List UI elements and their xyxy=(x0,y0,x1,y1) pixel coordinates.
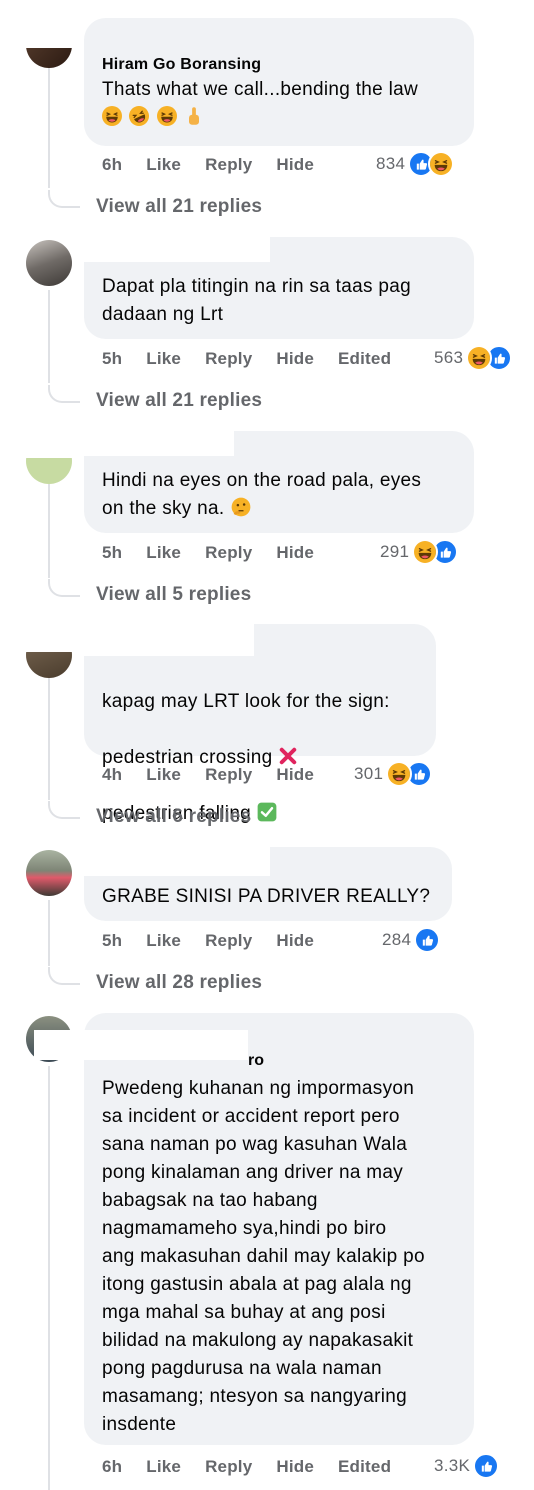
comment-bubble: Pwedeng kuhanan ng impormasyon sa incide… xyxy=(84,1013,474,1445)
laughing-face-icon xyxy=(102,106,122,126)
comment-text: GRABE SINISI PA DRIVER REALLY? xyxy=(102,886,431,907)
author-mask xyxy=(84,232,270,262)
reaction-count[interactable]: 284 xyxy=(382,930,411,950)
reaction-summary[interactable]: 284 xyxy=(382,927,441,953)
thread-line xyxy=(48,1066,50,1490)
comment-actions: 5h Like Reply Hide xyxy=(102,540,338,566)
view-replies-link[interactable]: View all 28 replies xyxy=(96,970,262,996)
pointing-up-icon xyxy=(188,107,199,125)
reply-button[interactable]: Reply xyxy=(205,931,252,951)
timestamp[interactable]: 5h xyxy=(102,349,122,369)
laughing-face-icon xyxy=(412,539,439,565)
author-mask xyxy=(34,1030,248,1060)
thumbs-up-icon xyxy=(473,1453,500,1479)
author-mask xyxy=(84,620,254,656)
reaction-summary[interactable]: 3.3K xyxy=(434,1453,500,1479)
laughing-face-icon xyxy=(466,345,493,371)
comment-line: kapag may LRT look for the sign: xyxy=(102,691,390,712)
avatar[interactable] xyxy=(26,240,72,286)
thread-line xyxy=(48,484,50,578)
laughing-face-icon xyxy=(157,106,177,126)
reaction-count[interactable]: 291 xyxy=(380,542,409,562)
comment-text: Dapat pla titingin na rin sa taas pag da… xyxy=(102,276,411,325)
timestamp[interactable]: 5h xyxy=(102,931,122,951)
thread-connector xyxy=(48,967,80,985)
edited-label: Edited xyxy=(338,349,392,368)
avatar-mask xyxy=(20,622,90,652)
edited-label: Edited xyxy=(338,1457,392,1476)
like-button[interactable]: Like xyxy=(146,1457,181,1477)
timestamp[interactable]: 5h xyxy=(102,543,122,563)
thinking-face-icon xyxy=(231,497,250,517)
comment-actions: 6h Like Reply Hide xyxy=(102,152,338,178)
like-button[interactable]: Like xyxy=(146,765,181,785)
thumbs-up-icon xyxy=(414,927,441,953)
avatar-mask xyxy=(20,0,90,48)
thread-connector xyxy=(48,579,80,597)
thread-line xyxy=(48,62,50,188)
view-replies-link[interactable]: View all 6 replies xyxy=(96,804,251,830)
reaction-count[interactable]: 301 xyxy=(354,764,383,784)
comment-text: Hindi na eyes on the road pala, eyes on … xyxy=(102,467,456,523)
reaction-summary[interactable]: 563 xyxy=(434,345,513,371)
like-button[interactable]: Like xyxy=(146,155,181,175)
reaction-summary[interactable]: 834 xyxy=(376,151,455,177)
reply-button[interactable]: Reply xyxy=(205,1457,252,1477)
comment-text: Pwedeng kuhanan ng impormasyon sa incide… xyxy=(102,1078,425,1435)
comment-actions: 4h Like Reply Hide xyxy=(102,762,338,788)
comment-actions: 5h Like Reply Hide xyxy=(102,928,338,954)
green-check-mark-icon xyxy=(257,802,277,822)
timestamp[interactable]: 6h xyxy=(102,155,122,175)
reaction-summary[interactable]: 291 xyxy=(380,539,459,565)
avatar-mask xyxy=(20,428,90,458)
reply-button[interactable]: Reply xyxy=(205,765,252,785)
reaction-summary[interactable]: 301 xyxy=(354,761,433,787)
thread-line xyxy=(48,900,50,966)
timestamp[interactable]: 6h xyxy=(102,1457,122,1477)
reply-button[interactable]: Reply xyxy=(205,543,252,563)
like-button[interactable]: Like xyxy=(146,931,181,951)
hide-button[interactable]: Hide xyxy=(276,543,314,563)
reaction-count[interactable]: 563 xyxy=(434,348,463,368)
view-replies-link[interactable]: View all 21 replies xyxy=(96,388,262,414)
reaction-count[interactable]: 3.3K xyxy=(434,1456,470,1476)
reply-button[interactable]: Reply xyxy=(205,155,252,175)
avatar[interactable] xyxy=(26,850,72,896)
hide-button[interactable]: Hide xyxy=(276,155,314,175)
comment-actions: 6h Like Reply Hide Edited xyxy=(102,1454,415,1480)
thread-connector xyxy=(48,385,80,403)
hide-button[interactable]: Hide xyxy=(276,349,314,369)
hide-button[interactable]: Hide xyxy=(276,1457,314,1477)
laughing-face-icon xyxy=(428,151,455,177)
reaction-count[interactable]: 834 xyxy=(376,154,405,174)
comment-text: Thats what we call...bending the law xyxy=(102,79,419,100)
author-mask xyxy=(84,842,270,876)
like-button[interactable]: Like xyxy=(146,349,181,369)
emoji-row xyxy=(102,104,456,132)
view-replies-link[interactable]: View all 21 replies xyxy=(96,194,262,220)
comment-actions: 5h Like Reply Hide Edited xyxy=(102,346,415,372)
thread-line xyxy=(48,678,50,800)
comment-bubble: Hiram Go Boransing Thats what we call...… xyxy=(84,18,474,146)
comment-author[interactable]: ro xyxy=(248,1050,264,1072)
laughing-face-icon xyxy=(386,761,413,787)
like-button[interactable]: Like xyxy=(146,543,181,563)
reply-button[interactable]: Reply xyxy=(205,349,252,369)
view-replies-link[interactable]: View all 5 replies xyxy=(96,582,251,608)
hide-button[interactable]: Hide xyxy=(276,931,314,951)
comment-author[interactable]: Hiram Go Boransing xyxy=(102,54,456,76)
thread-connector xyxy=(48,801,80,819)
hide-button[interactable]: Hide xyxy=(276,765,314,785)
author-mask xyxy=(84,424,234,456)
rolling-laughing-icon xyxy=(129,106,149,126)
thread-line xyxy=(48,290,50,383)
timestamp[interactable]: 4h xyxy=(102,765,122,785)
comment-text-content: Hindi na eyes on the road pala, eyes on … xyxy=(102,470,422,519)
thread-connector xyxy=(48,190,80,208)
